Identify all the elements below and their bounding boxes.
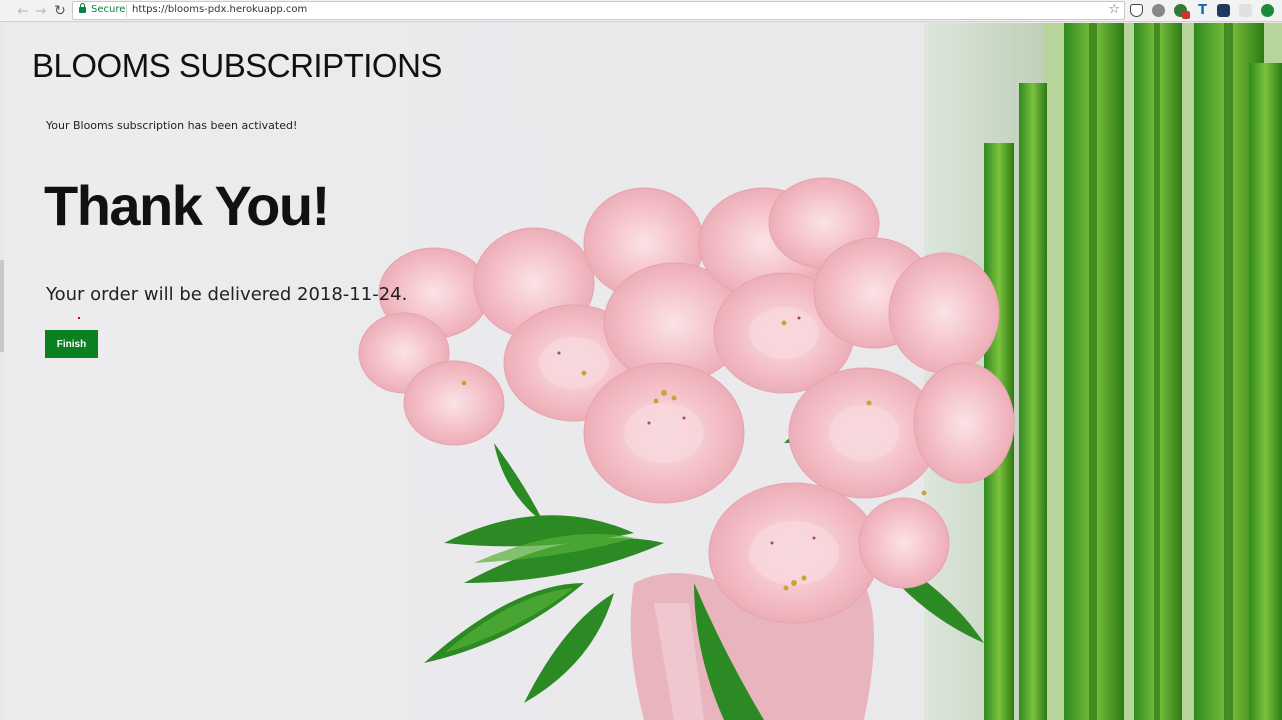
delivery-suffix: . [401, 284, 408, 305]
browser-toolbar: ← → ↻ Secure https://blooms-pdx.herokuap… [0, 0, 1282, 22]
activation-message: Your Blooms subscription has been activa… [46, 119, 298, 132]
star-icon[interactable]: ☆ [1108, 2, 1120, 17]
address-separator [126, 5, 127, 17]
thank-you-heading: Thank You! [44, 174, 330, 237]
url-text[interactable]: https://blooms-pdx.herokuapp.com [132, 4, 307, 15]
forward-arrow-icon[interactable]: → [32, 2, 50, 20]
address-bar[interactable]: Secure https://blooms-pdx.herokuapp.com … [72, 1, 1125, 20]
finish-button[interactable]: Finish [45, 330, 98, 358]
delivery-prefix: Your order will be delivered [46, 284, 297, 305]
flower-background-image [358, 23, 1282, 720]
delivery-date: 2018-11-24 [297, 284, 402, 305]
pocket-extension-icon[interactable] [1130, 4, 1143, 17]
delivery-message: Your order will be delivered 2018-11-24. [46, 284, 407, 305]
globe-extension-icon[interactable] [1152, 4, 1165, 17]
secure-label: Secure [91, 4, 126, 15]
page-title: BLOOMS SUBSCRIPTIONS [32, 47, 442, 84]
t-extension-icon[interactable]: T [1196, 4, 1209, 17]
lock-icon [79, 3, 86, 13]
page-container: BLOOMS SUBSCRIPTIONS Your Blooms subscri… [4, 23, 1282, 720]
blank-extension-icon[interactable] [1239, 4, 1252, 17]
red-dot [78, 317, 80, 319]
screen-extension-icon[interactable] [1217, 4, 1230, 17]
back-arrow-icon[interactable]: ← [14, 2, 32, 20]
reload-icon[interactable]: ↻ [51, 2, 69, 20]
profile-extension-icon[interactable] [1261, 4, 1274, 17]
notification-badge [1182, 11, 1190, 19]
